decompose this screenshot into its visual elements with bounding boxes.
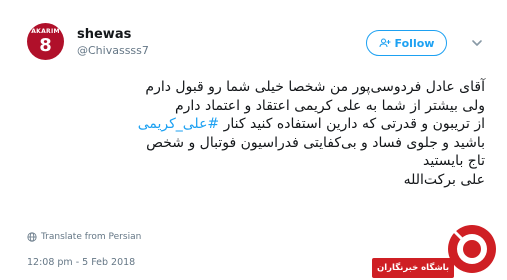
tweet-timestamp[interactable]: 12:08 pm - 5 Feb 2018	[27, 257, 135, 268]
globe-icon	[27, 232, 37, 242]
tweet-line: علی برکت‌الله	[403, 171, 485, 188]
tweet-line: از تریبون و قدرتی که دارین استفاده کنید …	[40, 115, 485, 134]
follow-button-label: Follow	[394, 36, 435, 50]
avatar[interactable]: AKARIM 8	[27, 23, 64, 60]
tweet-line: باشید و جلوی فساد و بی‌کفایتی فدراسیون ف…	[146, 134, 485, 151]
add-user-icon	[379, 38, 391, 48]
avatar-shirt-name: AKARIM	[31, 28, 60, 35]
user-display-name[interactable]: shewas	[77, 27, 131, 42]
hashtag-link[interactable]: #علی_کریمی	[138, 116, 219, 132]
avatar-shirt-number: 8	[39, 35, 52, 56]
tweet-text: آقای عادل فردوسی‌پور من شخصا خیلی شما رو…	[40, 78, 485, 190]
chevron-down-icon[interactable]	[470, 36, 484, 50]
translate-link[interactable]: Translate from Persian	[27, 232, 141, 242]
tweet-line: تاج بایستید	[423, 153, 485, 170]
user-handle[interactable]: @Chivassss7	[77, 44, 149, 57]
tweet-line: ولی بیشتر از شما به علی کریمی اعتقاد و ا…	[174, 97, 485, 114]
translate-label: Translate from Persian	[41, 232, 142, 242]
follow-button[interactable]: Follow	[366, 30, 447, 56]
tweet-line-text: از تریبون و قدرتی که دارین استفاده کنید …	[223, 116, 485, 133]
watermark-badge: باشگاه خبرنگاران	[372, 258, 454, 278]
tweet-line: آقای عادل فردوسی‌پور من شخصا خیلی شما رو…	[145, 79, 485, 95]
